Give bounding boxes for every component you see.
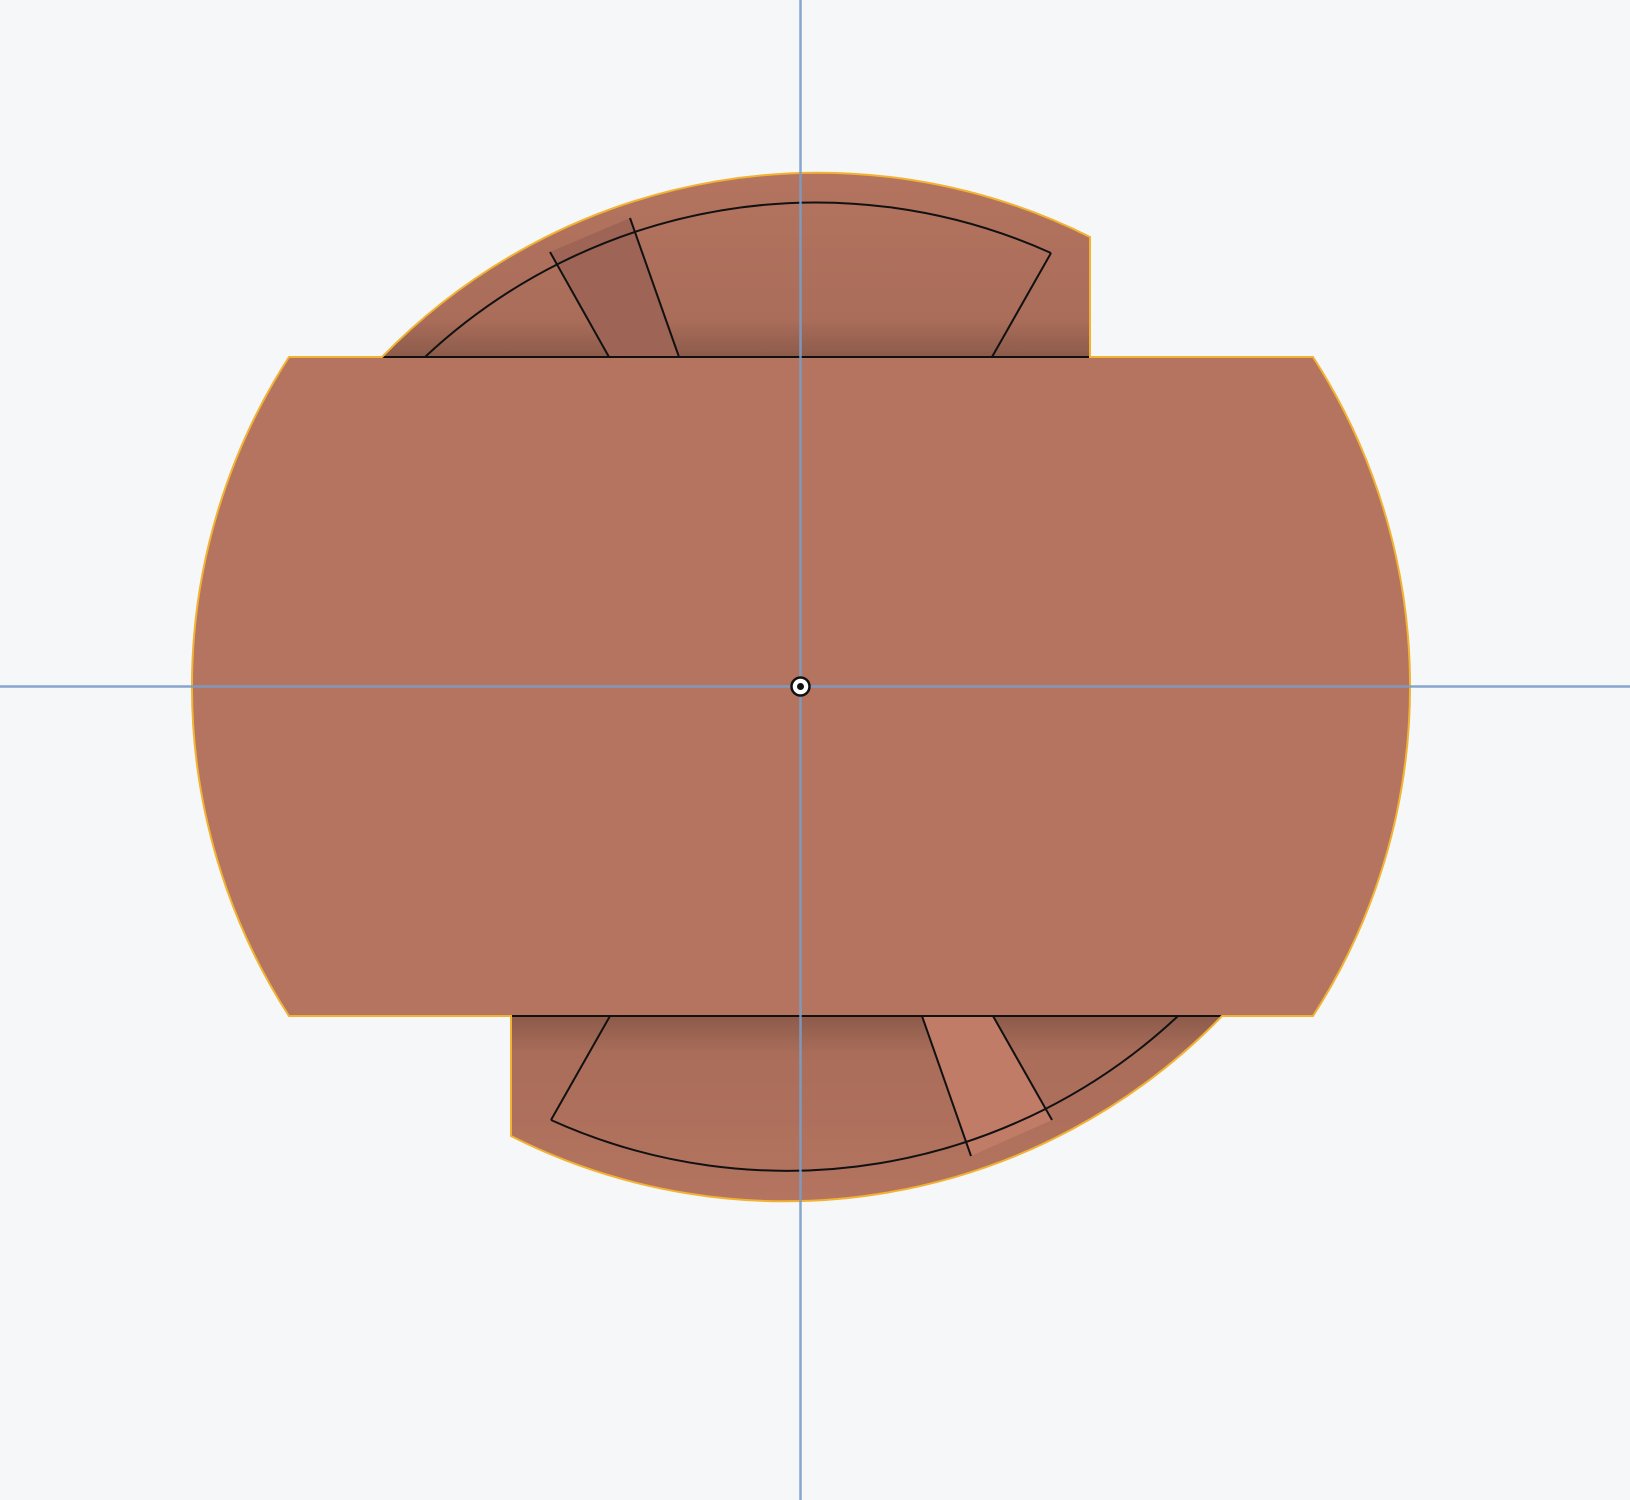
cad-viewport[interactable] — [0, 0, 1630, 1500]
cad-canvas[interactable] — [0, 0, 1630, 1500]
origin-point-icon[interactable] — [790, 676, 811, 697]
